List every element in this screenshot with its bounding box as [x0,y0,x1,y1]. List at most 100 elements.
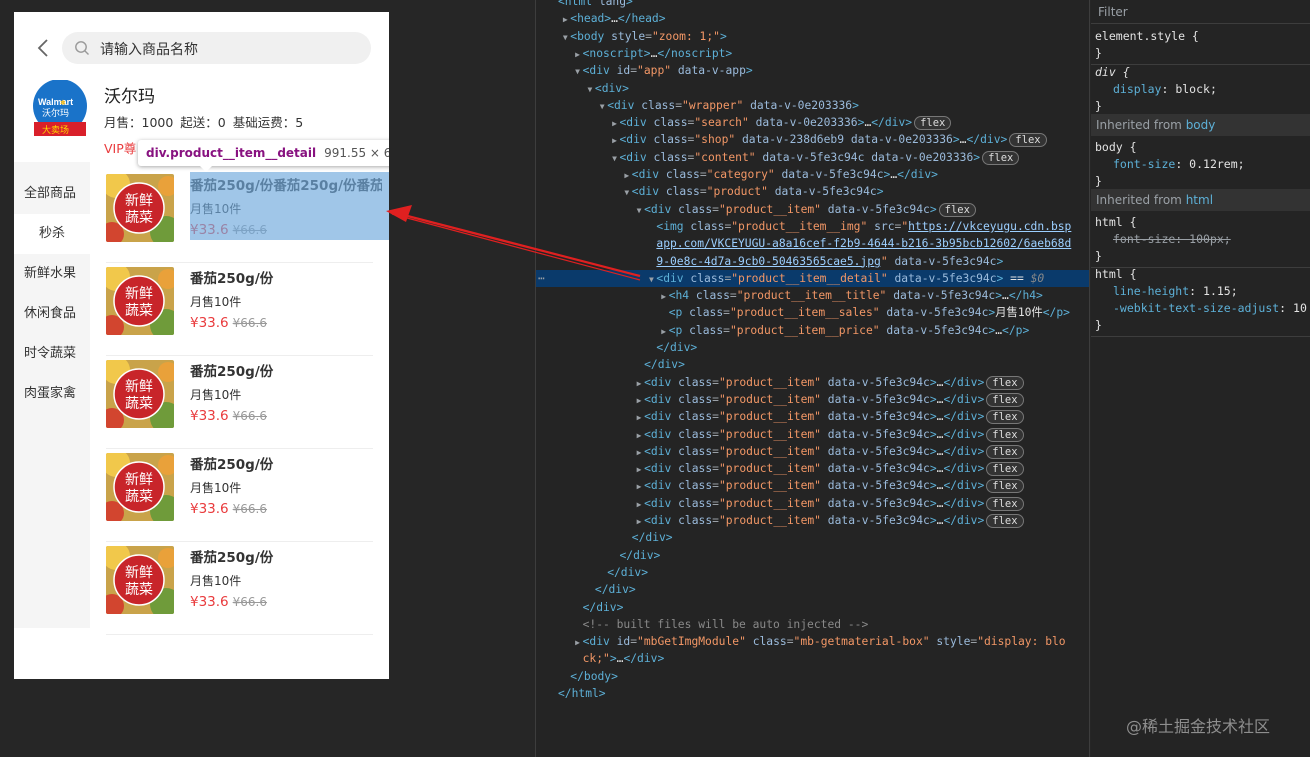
expand-icon[interactable]: ▶ [659,323,669,339]
inherit-source[interactable]: body [1186,118,1216,132]
elements-panel: <html lang> ▶ <head>…</head> ▼ <body style="… [535,0,1090,757]
dom-node[interactable]: </html> [536,685,1089,702]
css-property-overridden[interactable]: font-size: 100px; [1095,232,1231,246]
dom-node[interactable]: ▶ <h4 class="product__item__title" data-v… [536,287,1089,304]
expand-icon[interactable]: ▶ [622,167,632,183]
product-item[interactable]: 新鲜 蔬菜 番茄250g/份 月售10件 ¥33.6 ¥66.6 [106,449,373,542]
collapse-icon[interactable]: ▼ [585,81,595,97]
category-item[interactable]: 肉蛋家禽 [14,374,90,414]
collapse-icon[interactable]: ▼ [622,184,632,200]
expand-icon[interactable]: ▶ [634,427,644,443]
expand-icon[interactable]: ▶ [573,46,583,62]
collapse-icon[interactable]: ▼ [634,202,644,218]
product-item[interactable]: 新鲜 蔬菜 番茄250g/份 月售10件 ¥33.6 ¥66.6 [106,356,373,449]
dom-node[interactable]: ▶ <div class="product__item" data-v-5fe3c… [536,512,1089,529]
dom-node[interactable]: ▶ <div class="product__item" data-v-5fe3c… [536,477,1089,494]
dom-node[interactable]: ▼ <div class="content" data-v-5fe3c94c da… [536,149,1089,166]
dom-node[interactable]: ▶ <div class="product__item" data-v-5fe3c… [536,391,1089,408]
expand-icon[interactable]: ▶ [634,409,644,425]
rule-div: div { display: block; } [1091,62,1310,118]
logo-badge: 大卖场 [42,124,69,136]
dom-node[interactable]: ▶ <div class="shop" data-v-238d6eb9 data-… [536,131,1089,148]
css-property[interactable]: line-height [1095,284,1189,298]
dom-node[interactable]: ▶ <head>…</head> [536,10,1089,27]
dom-node[interactable]: ▼ <body style="zoom: 1;"> [536,28,1089,45]
product-image-text: 新鲜 [125,286,153,302]
dom-node[interactable]: ▶ <noscript>…</noscript> [536,45,1089,62]
category-item[interactable]: 秒杀 [14,214,90,254]
expand-icon[interactable]: ▶ [610,115,620,131]
dom-node[interactable]: ▼ <div class="product__item" data-v-5fe3c… [536,201,1089,218]
dom-node[interactable]: ▼ <div> [536,80,1089,97]
expand-icon[interactable]: ▶ [659,288,669,304]
category-item[interactable]: 时令蔬菜 [14,334,90,374]
shop-vip: VIP尊 [104,141,137,156]
dom-node-selected[interactable]: ⋯ ▼ <div class="product__item__detail" dat… [536,269,1089,287]
dom-node[interactable]: 9-0e8c-4d7a-9cb0-50463565cae5.jpg" data-… [536,253,1089,270]
collapse-icon[interactable]: ▼ [646,271,656,287]
dom-node[interactable]: ▶ <div class="product__item" data-v-5fe3c… [536,426,1089,443]
css-value[interactable]: block; [1175,82,1217,96]
dom-node[interactable]: </div> [536,599,1089,616]
css-property[interactable]: display [1095,82,1161,96]
css-value[interactable]: 1.15; [1203,284,1238,298]
search-input[interactable]: 请输入商品名称 [62,32,371,64]
collapse-icon[interactable]: ▼ [597,98,607,114]
product-item[interactable]: 新鲜 蔬菜 番茄250g/份 月售10件 ¥33.6 ¥66.6 [106,263,373,356]
dom-node[interactable]: ▶ <div class="product__item" data-v-5fe3c… [536,408,1089,425]
expand-icon[interactable]: ▶ [634,392,644,408]
dom-node[interactable]: ck;">…</div> [536,650,1089,667]
product-title: 番茄250g/份 [190,457,274,473]
dom-node[interactable]: ▶ <div id="mbGetImgModule" class="mb-getm… [536,633,1089,650]
dom-node[interactable]: ▶ <div class="category" data-v-5fe3c94c>…… [536,166,1089,183]
expand-icon[interactable]: ▶ [634,444,644,460]
collapse-icon[interactable]: ▼ [610,150,620,166]
css-property[interactable]: font-size [1095,157,1175,171]
dom-node[interactable]: </div> [536,547,1089,564]
dom-node[interactable]: ▶ <div class="product__item" data-v-5fe3c… [536,443,1089,460]
dom-node[interactable]: ▶ <div class="product__item" data-v-5fe3c… [536,374,1089,391]
rule-selector: html { [1095,215,1137,229]
dom-node[interactable]: <img class="product__item__img" src="htt… [536,218,1089,235]
dom-node[interactable]: </div> [536,339,1089,356]
expand-icon[interactable]: ▶ [634,461,644,477]
dom-node[interactable]: <p class="product__item__sales" data-v-5… [536,304,1089,321]
dom-node[interactable]: <!-- built files will be auto injected -… [536,616,1089,633]
dom-node[interactable]: <html lang> [536,0,1089,10]
dom-node[interactable]: </div> [536,529,1089,546]
css-value[interactable]: 0.12rem; [1189,157,1244,171]
dom-node[interactable]: </div> [536,564,1089,581]
product-item[interactable]: 新鲜 蔬菜 番茄250g/份 月售10件 ¥33.6 ¥66.6 [106,542,373,635]
dom-node[interactable]: </body> [536,668,1089,685]
collapse-icon[interactable]: ▼ [573,63,583,79]
expand-icon[interactable]: ▶ [634,375,644,391]
dom-node[interactable]: ▶ <div class="product__item" data-v-5fe3c… [536,495,1089,512]
dom-node[interactable]: ▼ <div id="app" data-v-app> [536,62,1089,79]
dom-node[interactable]: ▼ <div class="wrapper" data-v-0e203336> [536,97,1089,114]
dom-node[interactable]: ▶ <p class="product__item__price" data-v-… [536,322,1089,339]
dom-node[interactable]: </div> [536,356,1089,373]
expand-icon[interactable]: ▶ [573,634,583,650]
dom-node[interactable]: ▶ <div class="search" data-v-0e203336>…</… [536,114,1089,131]
styles-filter-input[interactable]: Filter [1091,0,1310,24]
css-value[interactable]: 10 [1293,301,1307,315]
expand-icon[interactable]: ▶ [560,11,570,27]
category-item[interactable]: 休闲食品 [14,294,90,334]
category-item[interactable]: 全部商品 [14,174,90,214]
dom-node[interactable]: ▼ <div class="product" data-v-5fe3c94c> [536,183,1089,200]
product-image: 新鲜 蔬菜 [106,453,174,521]
css-property[interactable]: -webkit-text-size-adjust [1095,301,1279,315]
dom-node[interactable]: </div> [536,581,1089,598]
expand-icon[interactable]: ▶ [634,496,644,512]
inherit-source[interactable]: html [1186,193,1213,207]
dom-node[interactable]: ▶ <div class="product__item" data-v-5fe3c… [536,460,1089,477]
expand-icon[interactable]: ▶ [634,513,644,529]
back-icon[interactable] [36,38,50,58]
collapse-icon[interactable]: ▼ [560,29,570,45]
more-icon[interactable]: ⋯ [538,270,545,287]
category-item[interactable]: 新鲜水果 [14,254,90,294]
expand-icon[interactable]: ▶ [610,132,620,148]
expand-icon[interactable]: ▶ [634,478,644,494]
shop-logo: Walmart ✱ 沃尔玛 大卖场 [32,79,88,138]
dom-node[interactable]: app.com/VKCEYUGU-a8a16cef-f2b9-4644-b216… [536,235,1089,252]
